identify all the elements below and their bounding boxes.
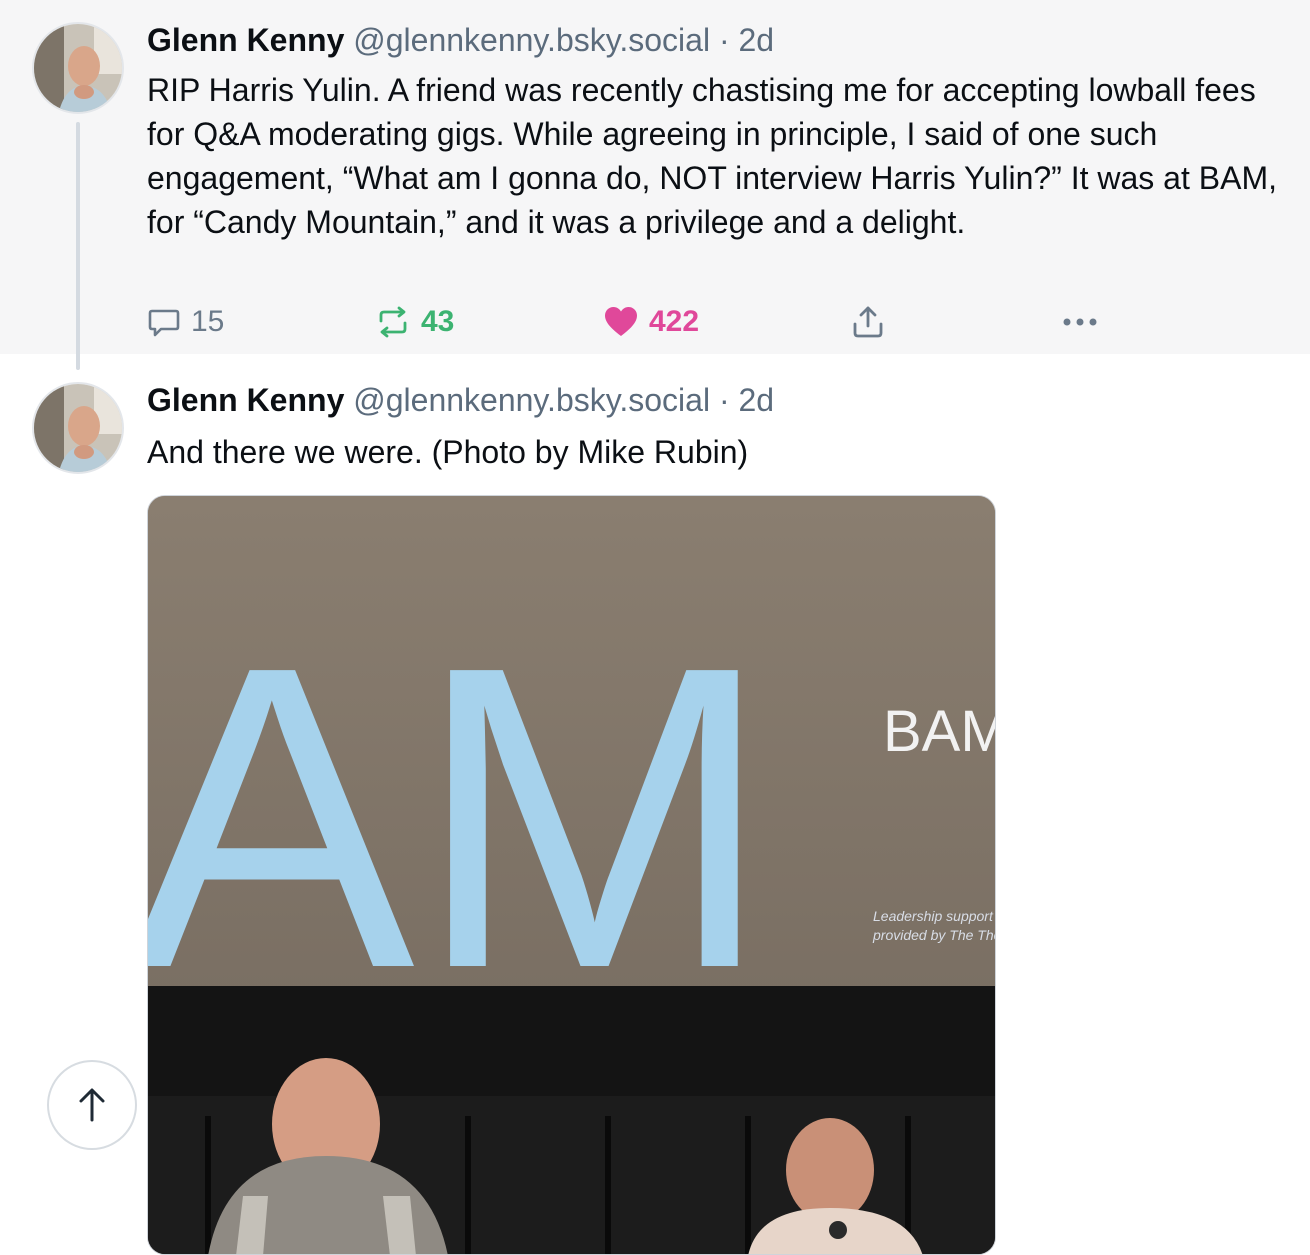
scroll-to-top-button[interactable] bbox=[47, 1060, 137, 1150]
parent-post[interactable]: Glenn Kenny @glennkenny.bsky.social · 2d… bbox=[0, 0, 1310, 354]
more-dots-icon bbox=[1063, 318, 1097, 326]
reply-button[interactable]: 15 bbox=[147, 300, 224, 344]
sponsor-text-line2: provided by The Tho bbox=[872, 927, 996, 943]
avatar-photo bbox=[34, 24, 122, 112]
author-avatar[interactable] bbox=[32, 382, 124, 474]
share-button[interactable] bbox=[851, 300, 885, 344]
post-image[interactable]: AM BAM Leadership support f provided by … bbox=[147, 495, 996, 1255]
post-timestamp[interactable]: 2d bbox=[739, 22, 775, 58]
bam-logo-text: BAM bbox=[883, 699, 996, 764]
arrow-up-icon bbox=[79, 1088, 105, 1122]
heart-icon bbox=[605, 307, 637, 336]
post-text: And there we were. (Photo by Mike Rubin) bbox=[147, 434, 749, 470]
more-options-button[interactable] bbox=[1061, 300, 1099, 344]
repost-button[interactable]: 43 bbox=[375, 300, 454, 344]
repost-arrows-icon bbox=[379, 306, 407, 338]
avatar-photo bbox=[34, 384, 122, 472]
photo-image: AM BAM Leadership support f provided by … bbox=[148, 496, 996, 1254]
post-header: Glenn Kenny @glennkenny.bsky.social · 2d bbox=[147, 20, 774, 60]
thread-connector-line bbox=[76, 122, 80, 370]
reply-count: 15 bbox=[191, 305, 225, 338]
author-handle[interactable]: @glennkenny.bsky.social bbox=[353, 382, 710, 418]
author-handle[interactable]: @glennkenny.bsky.social bbox=[353, 22, 710, 58]
like-button[interactable]: 422 bbox=[603, 300, 699, 344]
author-name[interactable]: Glenn Kenny bbox=[147, 22, 344, 58]
separator-dot: · bbox=[718, 382, 730, 418]
post-header: Glenn Kenny @glennkenny.bsky.social · 2d bbox=[147, 380, 774, 420]
author-avatar[interactable] bbox=[32, 22, 124, 114]
post-text: RIP Harris Yulin. A friend was recently … bbox=[147, 72, 1277, 240]
post-timestamp[interactable]: 2d bbox=[739, 382, 775, 418]
repost-count: 43 bbox=[421, 305, 455, 338]
author-name[interactable]: Glenn Kenny bbox=[147, 382, 344, 418]
sponsor-text-line1: Leadership support f bbox=[873, 908, 996, 924]
speech-bubble-icon bbox=[148, 309, 180, 337]
post-actions: 15 43 422 bbox=[147, 300, 1147, 344]
share-upload-icon bbox=[853, 306, 883, 338]
like-count: 422 bbox=[649, 305, 700, 338]
separator-dot: · bbox=[718, 22, 730, 58]
